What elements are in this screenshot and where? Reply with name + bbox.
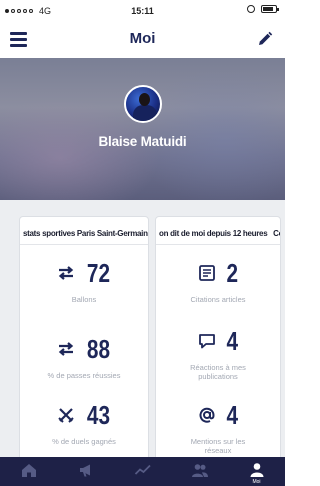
battery-icon	[261, 5, 279, 13]
card-title-overflow: Ce	[273, 229, 280, 238]
stat-label: Mentions sur les réseaux	[190, 437, 246, 456]
page-title: Moi	[129, 30, 156, 47]
chart-icon	[134, 464, 151, 475]
card-title: stats sportives Paris Saint-Germain	[20, 217, 148, 245]
stat-value: 72	[86, 257, 110, 288]
stat-mentions: 4 Mentions sur les réseaux	[156, 399, 280, 456]
tab-bar: Moi	[0, 457, 285, 486]
user-icon	[250, 463, 263, 477]
comment-icon	[198, 334, 215, 349]
menu-icon[interactable]	[10, 32, 27, 47]
status-right	[247, 5, 279, 13]
tab-me[interactable]: Moi	[228, 457, 285, 486]
stat-balls: 72 Ballons	[20, 257, 148, 304]
status-bar: 4G 15:11	[0, 0, 285, 22]
at-sign-icon	[199, 407, 215, 423]
home-icon	[21, 464, 36, 477]
passes-arrows-icon	[58, 342, 73, 356]
stat-citations: 2 Citations articles	[156, 257, 280, 305]
alarm-icon	[247, 5, 255, 13]
mentions-card[interactable]: on dit de moi depuis 12 heures Ce 2 Cita…	[155, 216, 281, 461]
crossed-swords-icon	[57, 408, 74, 423]
stats-area: stats sportives Paris Saint-Germain 72 B…	[0, 200, 285, 461]
stat-reactions: 4 Réactions à mes publications	[156, 325, 280, 382]
megaphone-icon	[79, 464, 90, 477]
avatar[interactable]	[124, 85, 162, 123]
profile-header: Blaise Matuidi	[0, 58, 285, 200]
stat-value: 4	[226, 399, 238, 430]
card-title-text: on dit de moi depuis 12 heures	[159, 229, 268, 238]
tab-home[interactable]	[0, 457, 57, 486]
clock: 15:11	[131, 6, 154, 16]
pencil-icon[interactable]	[257, 31, 273, 47]
sport-stats-card[interactable]: stats sportives Paris Saint-Germain 72 B…	[19, 216, 149, 461]
stat-label: % de duels gagnés	[52, 437, 116, 446]
stat-label: Ballons	[71, 295, 97, 304]
stat-passes: 88 % de passes réussies	[20, 333, 148, 381]
stat-label: % de passes réussies	[47, 371, 121, 380]
stat-label: Réactions à mes publications	[190, 363, 246, 382]
stat-label: Citations articles	[190, 295, 246, 304]
stat-value: 88	[86, 333, 110, 364]
tab-stats[interactable]	[114, 457, 171, 486]
passes-arrows-icon	[58, 266, 73, 280]
profile-name: Blaise Matuidi	[98, 134, 187, 149]
tab-community[interactable]	[171, 457, 228, 486]
group-icon	[191, 464, 208, 477]
stat-value: 43	[86, 399, 110, 430]
tab-label: Moi	[252, 479, 261, 485]
tab-news[interactable]	[57, 457, 114, 486]
card-title: on dit de moi depuis 12 heures Ce	[156, 217, 280, 245]
newspaper-icon	[198, 265, 215, 281]
nav-bar: Moi	[0, 22, 285, 58]
stat-value: 2	[226, 257, 238, 288]
stat-value: 4	[226, 325, 238, 356]
stat-duels: 43 % de duels gagnés	[20, 399, 148, 447]
